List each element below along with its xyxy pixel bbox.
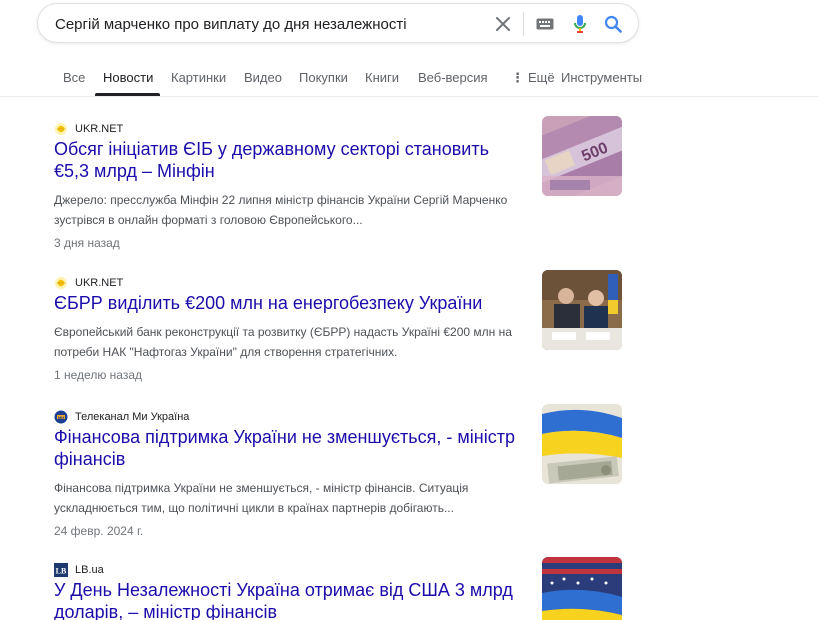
- result-date: 24 февр. 2024 г.: [54, 524, 144, 538]
- result-snippet: Фінансова підтримка України не зменшуєть…: [54, 481, 469, 515]
- ukraine-flag-dollars-image[interactable]: [542, 404, 622, 484]
- svg-text:LB: LB: [56, 567, 67, 576]
- result-title-link[interactable]: ЄБРР виділить €200 млн на енергобезпеку …: [54, 292, 524, 314]
- more-vert-icon: ⋮: [511, 70, 524, 85]
- active-tab-indicator: [95, 93, 160, 96]
- result-source[interactable]: МИ Телеканал Ми Україна: [54, 410, 189, 424]
- tab-tools[interactable]: Инструменты: [561, 70, 642, 86]
- microphone-icon[interactable]: [570, 14, 590, 34]
- source-name: UKR.NET: [75, 277, 124, 289]
- result-snippet: Європейський банк реконструкції та розви…: [54, 325, 512, 359]
- source-name: LB.ua: [75, 564, 104, 576]
- keyboard-icon[interactable]: [535, 14, 555, 34]
- result-title-link[interactable]: Обсяг ініціатив ЄІБ у державному секторі…: [54, 138, 524, 182]
- result-source[interactable]: UKR.NET: [54, 276, 123, 290]
- tab-news[interactable]: Новости: [103, 70, 153, 86]
- result-title-link[interactable]: Фінансова підтримка України не зменшуєть…: [54, 426, 524, 470]
- ukrnet-favicon-icon: [54, 122, 68, 136]
- svg-text:МИ: МИ: [58, 415, 64, 420]
- source-name: UKR.NET: [75, 123, 124, 135]
- tab-images[interactable]: Картинки: [171, 70, 226, 86]
- result-date: 1 неделю назад: [54, 368, 143, 382]
- result-snippet: Джерело: пресслужба Мінфін 22 липня міні…: [54, 193, 508, 227]
- search-icon[interactable]: [603, 14, 623, 34]
- result-source[interactable]: UKR.NET: [54, 122, 123, 136]
- lb-ua-favicon-icon: LB: [54, 563, 68, 577]
- ukrnet-favicon-icon: [54, 276, 68, 290]
- search-bar[interactable]: [37, 3, 639, 43]
- us-ukraine-flags-image[interactable]: [542, 557, 622, 620]
- search-tabs: Все Новости Картинки Видео Покупки Книги…: [0, 58, 818, 97]
- search-bar-divider: [523, 12, 524, 36]
- tab-shopping[interactable]: Покупки: [299, 70, 348, 86]
- result-source[interactable]: LB LB.ua: [54, 563, 104, 577]
- tab-all[interactable]: Все: [63, 70, 85, 86]
- result-date: 3 дня назад: [54, 236, 120, 250]
- tab-more[interactable]: ⋮ Ещё: [511, 70, 555, 86]
- tab-video[interactable]: Видео: [244, 70, 282, 86]
- my-ukraine-favicon-icon: МИ: [54, 410, 68, 424]
- signing-ceremony-image[interactable]: [542, 270, 622, 350]
- tab-books[interactable]: Книги: [365, 70, 399, 86]
- euro-banknotes-image[interactable]: 500: [542, 116, 622, 196]
- search-input[interactable]: [55, 14, 475, 34]
- tab-web[interactable]: Веб-версия: [418, 70, 488, 86]
- close-icon[interactable]: [493, 14, 513, 34]
- tab-more-label: Ещё: [528, 70, 555, 85]
- source-name: Телеканал Ми Україна: [75, 411, 190, 423]
- result-title-link[interactable]: У День Незалежності Україна отримає від …: [54, 579, 524, 620]
